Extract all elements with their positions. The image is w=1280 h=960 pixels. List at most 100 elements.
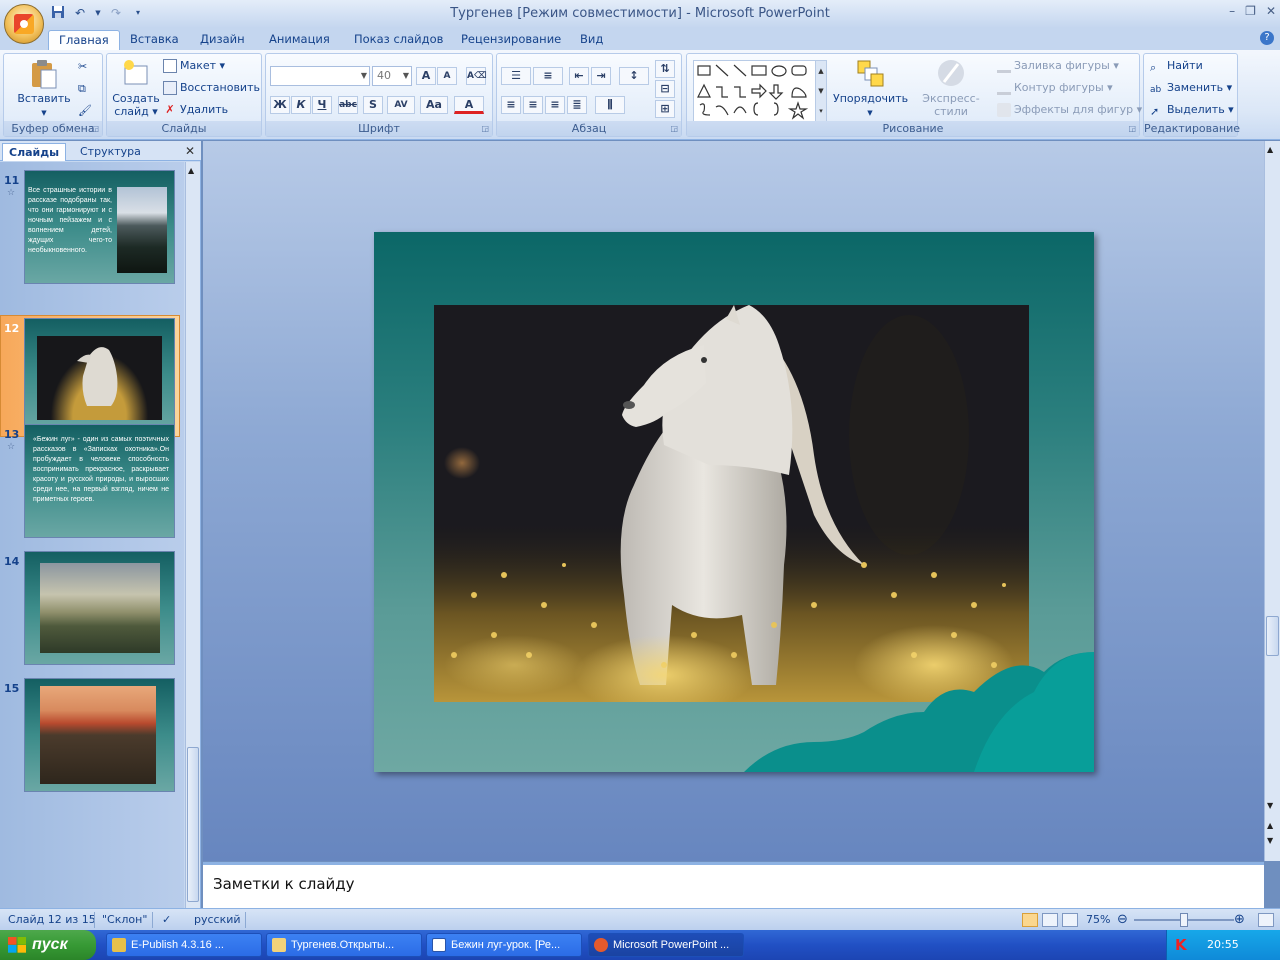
bullets-button[interactable]: ☰ — [501, 67, 531, 85]
thumb-slide-11[interactable]: Все страшные истории в рассказе подобран… — [24, 170, 175, 284]
prev-slide-icon[interactable]: ▲ — [1267, 821, 1273, 830]
task-folder[interactable]: Тургенев.Открыты... — [266, 933, 422, 957]
scroll-thumb[interactable] — [1266, 616, 1279, 656]
bold-button[interactable]: Ж — [270, 96, 290, 114]
shadow-button[interactable]: S — [363, 96, 383, 114]
underline-button[interactable]: Ч — [312, 96, 332, 114]
select-button[interactable]: ➚ Выделить ▾ — [1150, 101, 1234, 119]
align-center-button[interactable]: ≡ — [523, 96, 543, 114]
notes-pane[interactable]: Заметки к слайду — [203, 862, 1264, 908]
clear-format-button[interactable]: A⌫ — [466, 67, 487, 85]
char-spacing-button[interactable]: AV — [387, 96, 415, 114]
slide-canvas[interactable] — [374, 232, 1094, 772]
text-direction-button[interactable]: ⇅ — [655, 60, 675, 78]
task-powerpoint[interactable]: Microsoft PowerPoint ... — [588, 933, 744, 957]
tab-home[interactable]: Главная — [48, 30, 120, 50]
shapes-icon — [697, 64, 809, 120]
slideshow-view-icon[interactable] — [1062, 913, 1078, 927]
drawing-group: ▲▼▾ Упорядочить▼ Экспресс-стили▼ Заливка… — [686, 53, 1142, 137]
format-painter-icon[interactable]: 🖌 — [78, 104, 92, 118]
strikethrough-button[interactable]: abc — [338, 96, 358, 114]
thumb-slide-13[interactable]: «Бежин луг» - один из самых поэтичных ра… — [24, 424, 175, 538]
font-name-combo[interactable]: ▼ — [270, 66, 370, 86]
copy-icon[interactable]: ⧉ — [78, 82, 92, 96]
font-launcher-icon[interactable]: ◲ — [481, 124, 489, 133]
tab-insert[interactable]: Вставка — [120, 30, 189, 50]
zoom-slider-knob[interactable] — [1180, 913, 1188, 927]
tab-review[interactable]: Рецензирование — [451, 30, 571, 50]
thumb-slide-15[interactable] — [24, 678, 175, 792]
restore-icon[interactable]: ❐ — [1245, 4, 1256, 18]
grow-font-button[interactable]: A — [416, 67, 436, 85]
thumbnail-scrollbar[interactable]: ▲ — [185, 162, 200, 908]
smartart-button[interactable]: ⊞ — [655, 100, 675, 118]
close-icon[interactable]: ✕ — [1266, 4, 1276, 18]
next-slide-icon[interactable]: ▼ — [1267, 836, 1273, 845]
help-icon[interactable]: ? — [1260, 31, 1274, 45]
arrange-icon — [855, 58, 885, 88]
zoom-level[interactable]: 75% — [1086, 913, 1110, 926]
tab-outline[interactable]: Структура — [74, 143, 147, 161]
slides-panel: Слайды Структура ✕ 11 ☆ Все страшные ист… — [0, 141, 201, 908]
fit-slide-icon[interactable] — [1258, 913, 1274, 927]
numbering-button[interactable]: ≡ — [533, 67, 563, 85]
taskbar: пуск E-Publish 4.3.16 ... Тургенев.Откры… — [0, 930, 1280, 960]
folder-icon — [272, 938, 286, 952]
align-right-button[interactable]: ≡ — [545, 96, 565, 114]
font-size-combo[interactable]: 40 ▼ — [372, 66, 412, 86]
layout-button[interactable]: Макет ▾ — [163, 57, 225, 75]
office-button[interactable] — [4, 4, 44, 44]
normal-view-icon[interactable] — [1022, 913, 1038, 927]
task-epublish[interactable]: E-Publish 4.3.16 ... — [106, 933, 262, 957]
shape-fill-button[interactable]: Заливка фигуры ▾ — [997, 57, 1119, 75]
minimize-icon[interactable]: – — [1229, 4, 1235, 18]
reset-button[interactable]: Восстановить — [163, 79, 260, 97]
shape-effects-button[interactable]: Эффекты для фигур ▾ — [997, 101, 1142, 119]
zoom-out-icon[interactable]: ⊖ — [1117, 912, 1128, 927]
decrease-indent-button[interactable]: ⇤ — [569, 67, 589, 85]
scroll-up-icon[interactable]: ▲ — [1267, 145, 1273, 154]
arrange-button[interactable]: Упорядочить ▼ — [833, 58, 908, 120]
italic-button[interactable]: К — [291, 96, 311, 114]
shapes-gallery[interactable] — [693, 60, 825, 122]
scroll-thumb[interactable] — [187, 747, 199, 902]
slide-sorter-icon[interactable] — [1042, 913, 1058, 927]
thumb-slide-12[interactable] — [24, 318, 175, 432]
justify-button[interactable]: ≣ — [567, 96, 587, 114]
close-panel-icon[interactable]: ✕ — [185, 144, 195, 158]
epublish-icon — [112, 938, 126, 952]
spell-check-icon[interactable]: ✓ — [162, 913, 171, 926]
shapes-scroll[interactable]: ▲ ▼ ▾ — [815, 60, 827, 122]
increase-indent-button[interactable]: ⇥ — [591, 67, 611, 85]
scroll-down-icon[interactable]: ▼ — [1267, 801, 1273, 810]
kaspersky-icon[interactable]: K — [1175, 936, 1187, 954]
shrink-font-button[interactable]: A — [437, 67, 457, 85]
cut-icon[interactable]: ✂ — [78, 60, 92, 74]
shape-outline-button[interactable]: Контур фигуры ▾ — [997, 79, 1113, 97]
tab-slides[interactable]: Слайды — [2, 143, 67, 161]
thumb-slide-14[interactable] — [24, 551, 175, 665]
tab-view[interactable]: Вид — [570, 30, 613, 50]
clipboard-launcher-icon[interactable]: ◲ — [91, 124, 99, 133]
columns-button[interactable]: ⫼ — [595, 96, 625, 114]
align-left-button[interactable]: ≡ — [501, 96, 521, 114]
paragraph-launcher-icon[interactable]: ◲ — [670, 124, 678, 133]
delete-slide-button[interactable]: ✗ Удалить — [163, 101, 228, 119]
drawing-launcher-icon[interactable]: ◲ — [1128, 124, 1136, 133]
find-button[interactable]: ⌕ Найти — [1150, 57, 1203, 75]
font-color-button[interactable]: A — [454, 96, 484, 114]
line-spacing-button[interactable]: ↕ — [619, 67, 649, 85]
align-text-button[interactable]: ⊟ — [655, 80, 675, 98]
task-word[interactable]: Бежин луг-урок. [Ре... — [426, 933, 582, 957]
zoom-in-icon[interactable]: ⊕ — [1234, 912, 1245, 927]
tab-design[interactable]: Дизайн — [190, 30, 255, 50]
change-case-button[interactable]: Aa — [420, 96, 448, 114]
scroll-up-icon[interactable]: ▲ — [188, 166, 194, 175]
tab-animation[interactable]: Анимация — [259, 30, 340, 50]
new-slide-button[interactable]: Создать слайд ▾ — [111, 58, 161, 118]
paste-button[interactable]: Вставить ▼ — [14, 58, 74, 120]
main-scrollbar[interactable]: ▲ ▼ ▲ ▼ — [1264, 141, 1280, 861]
tab-slideshow[interactable]: Показ слайдов — [344, 30, 453, 50]
start-button[interactable]: пуск — [0, 930, 96, 960]
replace-button[interactable]: ab Заменить ▾ — [1150, 79, 1232, 97]
